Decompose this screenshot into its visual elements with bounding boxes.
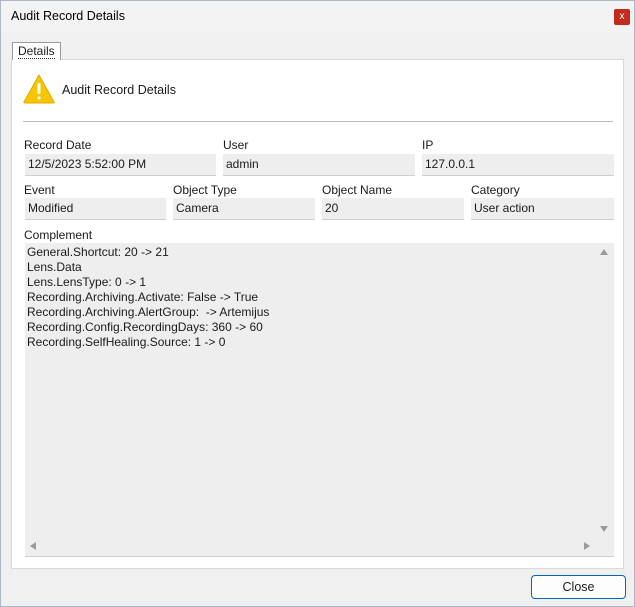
title-bar: Audit Record Details x	[1, 1, 634, 32]
complement-text: General.Shortcut: 20 -> 21 Lens.Data Len…	[27, 245, 269, 350]
details-panel: Audit Record Details Record Date 12/5/20…	[11, 59, 624, 569]
complement-textarea[interactable]: General.Shortcut: 20 -> 21 Lens.Data Len…	[25, 243, 614, 557]
complement-line: Recording.Config.RecordingDays: 360 -> 6…	[27, 320, 263, 334]
scroll-up-arrow-icon[interactable]	[600, 249, 608, 255]
complement-label: Complement	[24, 228, 93, 242]
window-title: Audit Record Details	[11, 9, 125, 23]
complement-line: Recording.Archiving.Activate: False -> T…	[27, 290, 259, 304]
complement-line: General.Shortcut: 20 -> 21	[27, 245, 169, 259]
category-label: Category	[471, 183, 520, 197]
record-date-field[interactable]: 12/5/2023 5:52:00 PM	[25, 154, 216, 176]
tab-details[interactable]: Details	[12, 42, 61, 60]
ip-label: IP	[422, 138, 434, 152]
object-name-field[interactable]: 20	[322, 198, 464, 220]
complement-line: Lens.LensType: 0 -> 1	[27, 275, 147, 289]
tab-details-label: Details	[18, 44, 55, 59]
warning-icon	[23, 74, 55, 104]
scroll-down-arrow-icon[interactable]	[600, 526, 608, 532]
object-name-label: Object Name	[322, 183, 393, 197]
scroll-right-arrow-icon[interactable]	[584, 542, 590, 550]
object-type-label: Object Type	[173, 183, 237, 197]
complement-line: Lens.Data	[27, 260, 82, 274]
user-field[interactable]: admin	[223, 154, 415, 176]
header-title: Audit Record Details	[62, 83, 176, 97]
record-date-label: Record Date	[24, 138, 92, 152]
window-close-button[interactable]: x	[614, 9, 630, 25]
ip-field[interactable]: 127.0.0.1	[422, 154, 614, 176]
event-field[interactable]: Modified	[25, 198, 166, 220]
object-type-field[interactable]: Camera	[173, 198, 315, 220]
audit-record-window: Audit Record Details x Details Audit Rec…	[0, 0, 635, 607]
close-button[interactable]: Close	[531, 575, 626, 599]
category-field[interactable]: User action	[471, 198, 614, 220]
user-label: User	[223, 138, 249, 152]
complement-line: Recording.Archiving.AlertGroup: -> Artem…	[27, 305, 270, 319]
header-divider	[23, 121, 613, 122]
scroll-left-arrow-icon[interactable]	[30, 542, 36, 550]
complement-line: Recording.SelfHealing.Source: 1 -> 0	[27, 335, 226, 349]
event-label: Event	[24, 183, 55, 197]
